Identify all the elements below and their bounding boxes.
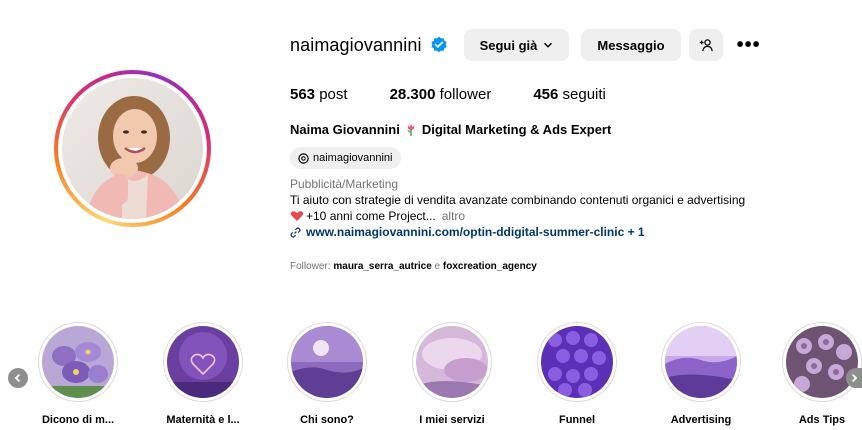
profile-avatar[interactable]	[54, 70, 211, 227]
highlight-label: Maternità e l...	[166, 414, 240, 426]
threads-badge[interactable]: naimagiovannini	[290, 147, 401, 169]
bio-more-link[interactable]: altro	[442, 209, 465, 223]
profile-header: naimagiovannini Segui già Messaggio •••	[290, 29, 761, 61]
tulip-emoji-icon	[407, 123, 415, 136]
highlight-cover-ring	[287, 322, 367, 402]
following-label: seguiti	[562, 86, 606, 103]
bio-line-1: Ti aiuto con strategie di vendita avanza…	[290, 193, 746, 207]
highlight-item[interactable]: Dicono di m...	[38, 322, 118, 426]
following-count[interactable]: 456 seguiti	[533, 86, 606, 103]
followed-by-user-2: foxcreation_agency	[442, 261, 537, 272]
highlight-cover-ring	[38, 322, 118, 402]
highlight-cover	[42, 326, 114, 398]
highlight-item[interactable]: Advertising	[661, 322, 741, 426]
highlight-cover	[541, 326, 613, 398]
highlight-item[interactable]: I miei servizi	[412, 322, 492, 426]
threads-handle: naimagiovannini	[313, 152, 393, 164]
posts-value: 563	[290, 86, 316, 103]
bio-line-2: +10 anni come Project... altro	[290, 209, 465, 223]
username: naimagiovannini	[290, 34, 422, 55]
followed-by-separator: e	[434, 261, 441, 272]
profile-stats: 563 post 28.300 follower 456 seguiti	[290, 86, 606, 103]
posts-label: post	[319, 86, 348, 103]
verified-badge-icon	[430, 36, 448, 54]
bio-line-2-text: +10 anni come Project...	[306, 209, 436, 223]
full-name-line: Naima Giovannini Digital Marketing & Ads…	[290, 122, 611, 137]
link-icon	[290, 226, 301, 238]
followed-by-user-1: maura_serra_autrice	[333, 261, 432, 272]
headline: Digital Marketing & Ads Expert	[421, 122, 612, 137]
highlights-next-button[interactable]	[846, 368, 862, 388]
following-button-label: Segui già	[479, 37, 538, 53]
highlight-item[interactable]: Funnel	[537, 322, 617, 426]
followers-value: 28.300	[389, 86, 436, 103]
heart-arrow-emoji-icon	[290, 211, 304, 221]
following-value: 456	[533, 86, 559, 103]
highlight-item[interactable]: Maternità e l...	[163, 322, 243, 426]
highlight-label: Advertising	[670, 414, 732, 426]
chevron-left-icon	[14, 373, 21, 383]
highlight-item[interactable]: Chi sono?	[287, 322, 367, 426]
more-options-icon[interactable]: •••	[737, 34, 761, 57]
profile-link[interactable]: www.naimagiovannini.com/optin-ddigital-s…	[290, 225, 645, 239]
suggested-accounts-button[interactable]	[688, 29, 723, 61]
followed-by[interactable]: Follower: maura_serra_autrice e foxcreat…	[290, 261, 537, 272]
highlight-label: Ads Tips	[798, 414, 846, 426]
avatar-photo	[62, 78, 203, 219]
profile-link-text: www.naimagiovannini.com/optin-ddigital-s…	[306, 225, 645, 239]
full-name: Naima Giovannini	[290, 122, 400, 137]
highlight-cover-ring	[412, 322, 492, 402]
threads-icon	[298, 152, 309, 164]
highlight-cover	[665, 326, 737, 398]
followers-label: follower	[439, 86, 492, 103]
highlight-cover	[416, 326, 488, 398]
highlight-label: I miei servizi	[419, 414, 485, 426]
highlight-cover	[291, 326, 363, 398]
highlight-cover	[167, 326, 239, 398]
followed-by-prefix: Follower:	[290, 261, 331, 272]
chevron-right-icon	[851, 373, 858, 383]
profile-category: Pubblicità/Marketing	[290, 177, 399, 191]
highlight-cover-ring	[537, 322, 617, 402]
message-button[interactable]: Messaggio	[581, 29, 681, 61]
following-button[interactable]: Segui già	[463, 29, 570, 61]
highlight-cover-ring	[661, 322, 741, 402]
highlight-label: Chi sono?	[300, 414, 354, 426]
highlight-cover	[786, 326, 858, 398]
highlight-cover-ring	[782, 322, 862, 402]
chevron-down-icon	[544, 42, 553, 48]
highlight-label: Dicono di m...	[41, 414, 115, 426]
highlight-label: Funnel	[558, 414, 596, 426]
followers-count[interactable]: 28.300 follower	[390, 86, 492, 103]
posts-count: 563 post	[290, 86, 348, 103]
add-person-icon	[699, 39, 713, 52]
message-button-label: Messaggio	[597, 37, 665, 53]
highlights-prev-button[interactable]	[8, 368, 28, 388]
highlight-cover-ring	[163, 322, 243, 402]
